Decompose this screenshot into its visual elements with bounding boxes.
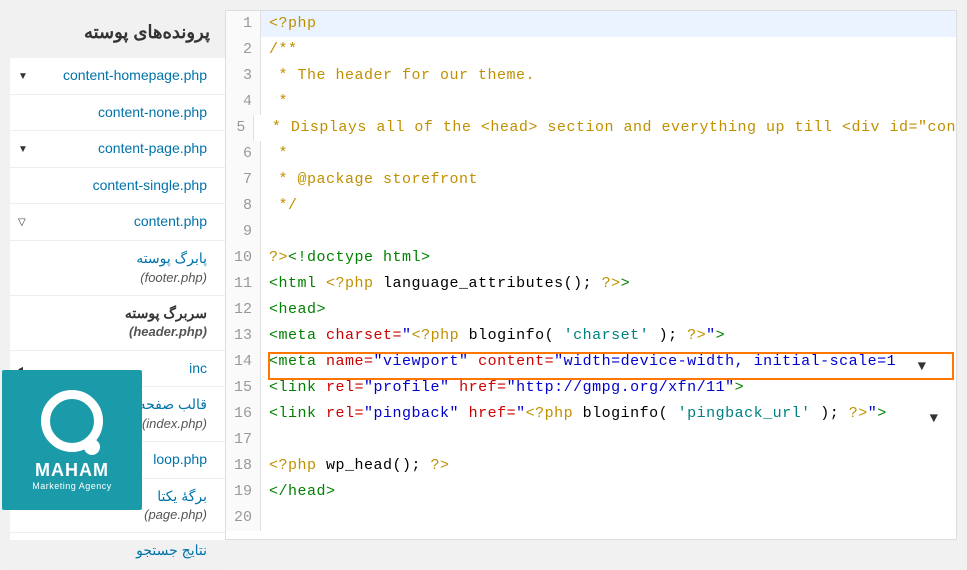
- line-number: 9: [226, 219, 261, 245]
- file-item-0[interactable]: content-homepage.php▼: [10, 58, 225, 95]
- line-number: 15: [226, 375, 261, 401]
- line-number: 12: [226, 297, 261, 323]
- code-line[interactable]: 19</head>: [226, 479, 956, 505]
- file-sublabel: (footer.php): [15, 269, 207, 287]
- file-label: content.php: [15, 212, 207, 232]
- file-item-11[interactable]: نتایج جستجو: [10, 533, 225, 570]
- line-number: 16: [226, 401, 261, 427]
- file-item-4[interactable]: content.php▽: [10, 204, 225, 241]
- code-content[interactable]: <?php: [261, 11, 317, 37]
- code-line[interactable]: 14<meta name="viewport" content="width=d…: [226, 349, 956, 375]
- sidebar-header: پرونده‌های پوسته: [10, 10, 225, 58]
- code-content[interactable]: <meta name="viewport" content="width=dev…: [261, 349, 896, 375]
- file-sublabel: (header.php): [15, 323, 207, 341]
- file-item-1[interactable]: content-none.php: [10, 95, 225, 132]
- code-content[interactable]: * @package storefront: [261, 167, 478, 193]
- code-content[interactable]: * The header for our theme.: [261, 63, 535, 89]
- code-line[interactable]: 4 *: [226, 89, 956, 115]
- line-number: 14: [226, 349, 261, 375]
- line-number: 4: [226, 89, 261, 115]
- code-content[interactable]: /**: [261, 37, 298, 63]
- code-line[interactable]: 18<?php wp_head(); ?>: [226, 453, 956, 479]
- code-line[interactable]: 5 * Displays all of the <head> section a…: [226, 115, 956, 141]
- watermark-logo: MAHAM Marketing Agency: [2, 370, 142, 510]
- line-number: 1: [226, 11, 261, 37]
- code-line[interactable]: 10?><!doctype html>: [226, 245, 956, 271]
- line-number: 20: [226, 505, 261, 531]
- code-line[interactable]: 16<link rel="pingback" href="<?php blogi…: [226, 401, 956, 427]
- file-item-3[interactable]: content-single.php: [10, 168, 225, 205]
- line-number: 7: [226, 167, 261, 193]
- code-line[interactable]: 13<meta charset="<?php bloginfo( 'charse…: [226, 323, 956, 349]
- logo-name: MAHAM: [35, 460, 109, 481]
- chevron-down-icon[interactable]: ▼: [918, 359, 926, 375]
- code-line[interactable]: 15<link rel="profile" href="http://gmpg.…: [226, 375, 956, 401]
- file-label: content-none.php: [15, 103, 207, 123]
- file-label: content-homepage.php: [15, 66, 207, 86]
- line-number: 5: [226, 115, 254, 141]
- code-line[interactable]: 2/**: [226, 37, 956, 63]
- line-number: 11: [226, 271, 261, 297]
- code-content[interactable]: </head>: [261, 479, 336, 505]
- code-content[interactable]: * Displays all of the <head> section and…: [254, 115, 956, 141]
- code-content[interactable]: <meta charset="<?php bloginfo( 'charset'…: [261, 323, 725, 349]
- code-content[interactable]: [261, 219, 269, 245]
- file-label: پابرگ پوسته: [15, 249, 207, 269]
- code-content[interactable]: [261, 505, 269, 531]
- code-content[interactable]: */: [261, 193, 298, 219]
- line-number: 2: [226, 37, 261, 63]
- code-line[interactable]: 8 */: [226, 193, 956, 219]
- logo-ring-icon: [41, 390, 103, 452]
- line-number: 13: [226, 323, 261, 349]
- chevron-down-icon[interactable]: ▼: [930, 411, 938, 427]
- file-label: نتایج جستجو: [15, 541, 207, 561]
- line-number: 10: [226, 245, 261, 271]
- code-content[interactable]: [261, 427, 269, 453]
- line-number: 18: [226, 453, 261, 479]
- code-line[interactable]: 12<head>: [226, 297, 956, 323]
- file-item-6[interactable]: سربرگ پوسته(header.php): [10, 296, 225, 351]
- line-number: 19: [226, 479, 261, 505]
- line-number: 17: [226, 427, 261, 453]
- file-item-5[interactable]: پابرگ پوسته(footer.php): [10, 241, 225, 296]
- chevron-icon[interactable]: ▼: [18, 143, 28, 157]
- line-number: 6: [226, 141, 261, 167]
- code-content[interactable]: <link rel="profile" href="http://gmpg.or…: [261, 375, 744, 401]
- code-content[interactable]: <html <?php language_attributes(); ?>>: [261, 271, 630, 297]
- chevron-icon[interactable]: ▼: [18, 70, 28, 84]
- file-item-2[interactable]: content-page.php▼: [10, 131, 225, 168]
- code-line[interactable]: 6 *: [226, 141, 956, 167]
- code-content[interactable]: <link rel="pingback" href="<?php bloginf…: [261, 401, 887, 427]
- code-line[interactable]: 9: [226, 219, 956, 245]
- chevron-icon[interactable]: ▽: [18, 216, 26, 230]
- code-line[interactable]: 7 * @package storefront: [226, 167, 956, 193]
- code-line[interactable]: 17: [226, 427, 956, 453]
- file-label: سربرگ پوسته: [15, 304, 207, 324]
- code-content[interactable]: *: [261, 141, 288, 167]
- code-editor[interactable]: 1<?php2/**3 * The header for our theme.4…: [225, 10, 957, 540]
- code-content[interactable]: *: [261, 89, 288, 115]
- file-label: content-page.php: [15, 139, 207, 159]
- line-number: 3: [226, 63, 261, 89]
- code-content[interactable]: <head>: [261, 297, 326, 323]
- code-line[interactable]: 20: [226, 505, 956, 531]
- file-label: content-single.php: [15, 176, 207, 196]
- code-line[interactable]: 11<html <?php language_attributes(); ?>>: [226, 271, 956, 297]
- code-line[interactable]: 1<?php: [226, 11, 956, 37]
- code-line[interactable]: 3 * The header for our theme.: [226, 63, 956, 89]
- code-content[interactable]: ?><!doctype html>: [261, 245, 431, 271]
- logo-tagline: Marketing Agency: [32, 481, 112, 491]
- code-content[interactable]: <?php wp_head(); ?>: [261, 453, 450, 479]
- line-number: 8: [226, 193, 261, 219]
